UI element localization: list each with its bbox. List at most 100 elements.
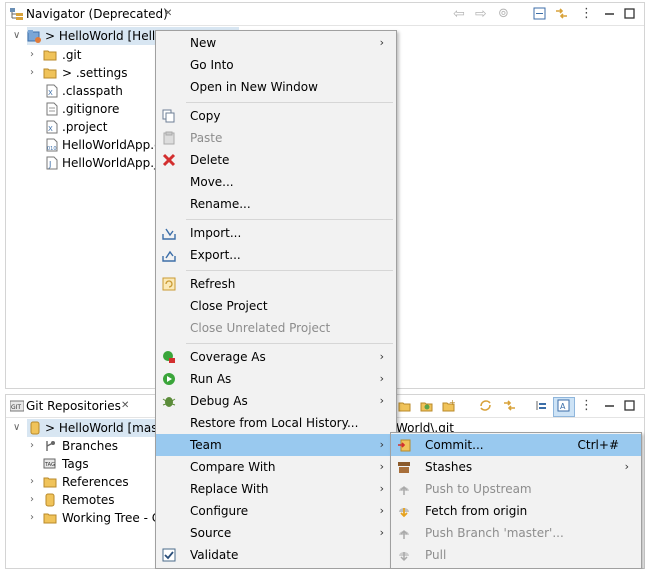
repo-child[interactable]: Branches <box>62 437 118 455</box>
menu-item-restore-from-local-history[interactable]: Restore from Local History... <box>156 412 396 434</box>
menu-item-coverage-as[interactable]: Coverage As › <box>156 346 396 368</box>
git-repositories-title[interactable]: Git Repositories <box>26 399 121 413</box>
menu-item-push-branch[interactable]: Push Branch 'master'... <box>391 522 641 544</box>
create-repository-icon[interactable]: + <box>442 399 455 412</box>
collapse-all-icon[interactable] <box>533 7 546 20</box>
repo-child[interactable]: Working Tree - C <box>62 509 160 527</box>
tree-item[interactable]: HelloWorldApp.c <box>62 136 161 154</box>
file-icon: X <box>46 120 58 134</box>
project-label[interactable]: > HelloWorld [Hello <box>45 27 163 45</box>
twistie-right-icon[interactable]: › <box>30 473 40 491</box>
refresh-repos-icon[interactable] <box>479 399 492 412</box>
menu-item-close-project[interactable]: Close Project <box>156 295 396 317</box>
tree-item[interactable]: .git <box>62 46 81 64</box>
hierarchical-layout-icon[interactable] <box>535 399 548 412</box>
menu-item-team[interactable]: Team › <box>156 434 396 456</box>
submenu-arrow-icon: › <box>379 460 384 473</box>
menu-item-commit[interactable]: Commit... Ctrl+# <box>391 434 641 456</box>
debug-icon <box>162 397 176 407</box>
repo-child[interactable]: Remotes <box>62 491 115 509</box>
maximize-icon[interactable] <box>623 399 636 412</box>
svg-text:X: X <box>48 125 53 133</box>
tree-item[interactable]: .project <box>62 118 107 136</box>
submenu-arrow-icon: › <box>379 350 384 363</box>
menu-item-delete[interactable]: Delete <box>156 149 396 171</box>
twistie-right-icon[interactable]: › <box>30 64 40 82</box>
repository-icon <box>30 421 40 435</box>
minimize-icon[interactable] <box>603 399 616 412</box>
menu-item-go-into[interactable]: Go Into <box>156 54 396 76</box>
menu-item-export[interactable]: Export... <box>156 244 396 266</box>
forward-icon[interactable]: ⇨ <box>475 6 487 22</box>
maximize-icon[interactable] <box>623 7 636 20</box>
menu-item-pull[interactable]: Pull <box>391 544 641 566</box>
menu-item-push-to-upstream[interactable]: Push to Upstream <box>391 478 641 500</box>
expand-twistie-icon[interactable]: ∨ <box>13 27 23 45</box>
expand-twistie-icon[interactable]: ∨ <box>13 419 23 437</box>
menu-separator <box>186 102 393 103</box>
show-details-icon[interactable]: A <box>557 399 570 412</box>
svg-text:J: J <box>48 160 51 169</box>
refresh-icon <box>162 277 176 291</box>
twistie-right-icon[interactable]: › <box>30 46 40 64</box>
git-project-icon <box>27 30 41 43</box>
folder-icon <box>43 50 57 61</box>
menu-item-open-in-new-window[interactable]: Open in New Window <box>156 76 396 98</box>
java-file-icon: J <box>46 156 58 170</box>
twistie-right-icon[interactable]: › <box>30 437 40 455</box>
tree-item[interactable]: HelloWorldApp.ja <box>62 154 165 172</box>
menu-separator <box>186 343 393 344</box>
menu-item-move[interactable]: Move... <box>156 171 396 193</box>
menu-item-run-as[interactable]: Run As › <box>156 368 396 390</box>
svg-text:TAG: TAG <box>44 462 55 468</box>
menu-item-validate[interactable]: Validate <box>156 544 396 566</box>
push-branch-icon <box>399 529 409 539</box>
tree-item[interactable]: .classpath <box>62 82 123 100</box>
svg-text:A: A <box>560 402 566 411</box>
tree-item[interactable]: .gitignore <box>62 100 119 118</box>
menu-item-close-unrelated-project[interactable]: Close Unrelated Project <box>156 317 396 339</box>
file-icon: X <box>46 84 58 98</box>
link-selection-icon[interactable] <box>503 399 516 412</box>
menu-item-rename[interactable]: Rename... <box>156 193 396 215</box>
commit-icon <box>398 439 411 452</box>
menu-item-stashes[interactable]: Stashes › <box>391 456 641 478</box>
tree-item[interactable]: > .settings <box>62 64 128 82</box>
menu-item-replace-with[interactable]: Replace With › <box>156 478 396 500</box>
repo-child[interactable]: References <box>62 473 129 491</box>
repo-child[interactable]: Tags <box>62 455 89 473</box>
navigator-title[interactable]: Navigator (Deprecated) <box>26 7 168 21</box>
menu-item-fetch-from-origin[interactable]: Fetch from origin <box>391 500 641 522</box>
context-menu: New › Go Into Open in New Window Copy Pas… <box>155 30 397 569</box>
branches-icon <box>46 441 55 451</box>
twistie-right-icon[interactable]: › <box>30 509 40 527</box>
git-repositories-close-icon[interactable]: ✕ <box>121 400 129 411</box>
view-menu-icon[interactable]: ⋮ <box>580 6 593 21</box>
export-icon <box>162 250 176 262</box>
fetch-icon <box>399 508 409 518</box>
repo-label[interactable]: > HelloWorld [mast <box>45 419 162 437</box>
menu-item-refresh[interactable]: Refresh <box>156 273 396 295</box>
menu-item-paste[interactable]: Paste <box>156 127 396 149</box>
clone-repository-icon[interactable] <box>420 399 433 412</box>
menu-item-compare-with[interactable]: Compare With › <box>156 456 396 478</box>
menu-item-source[interactable]: Source › <box>156 522 396 544</box>
menu-item-import[interactable]: Import... <box>156 222 396 244</box>
menu-item-new[interactable]: New › <box>156 32 396 54</box>
view-menu-icon[interactable]: ⋮ <box>580 398 593 413</box>
coverage-icon <box>163 351 175 363</box>
menu-item-configure[interactable]: Configure › <box>156 500 396 522</box>
link-editor-icon[interactable] <box>555 7 568 20</box>
submenu-arrow-icon: › <box>379 504 384 517</box>
menu-item-debug-as[interactable]: Debug As › <box>156 390 396 412</box>
submenu-arrow-icon: › <box>379 482 384 495</box>
menu-item-copy[interactable]: Copy <box>156 105 396 127</box>
up-icon[interactable]: ⊚ <box>498 6 509 21</box>
back-icon[interactable]: ⇦ <box>453 6 465 22</box>
twistie-right-icon[interactable]: › <box>30 491 40 509</box>
add-repository-icon[interactable] <box>398 399 411 412</box>
navigator-view-icon <box>10 8 23 20</box>
navigator-close-icon[interactable]: ✕ <box>164 8 172 19</box>
minimize-icon[interactable] <box>603 7 616 20</box>
navigator-header: Navigator (Deprecated) ✕ ⇦ ⇨ ⊚ ⋮ <box>6 3 644 26</box>
